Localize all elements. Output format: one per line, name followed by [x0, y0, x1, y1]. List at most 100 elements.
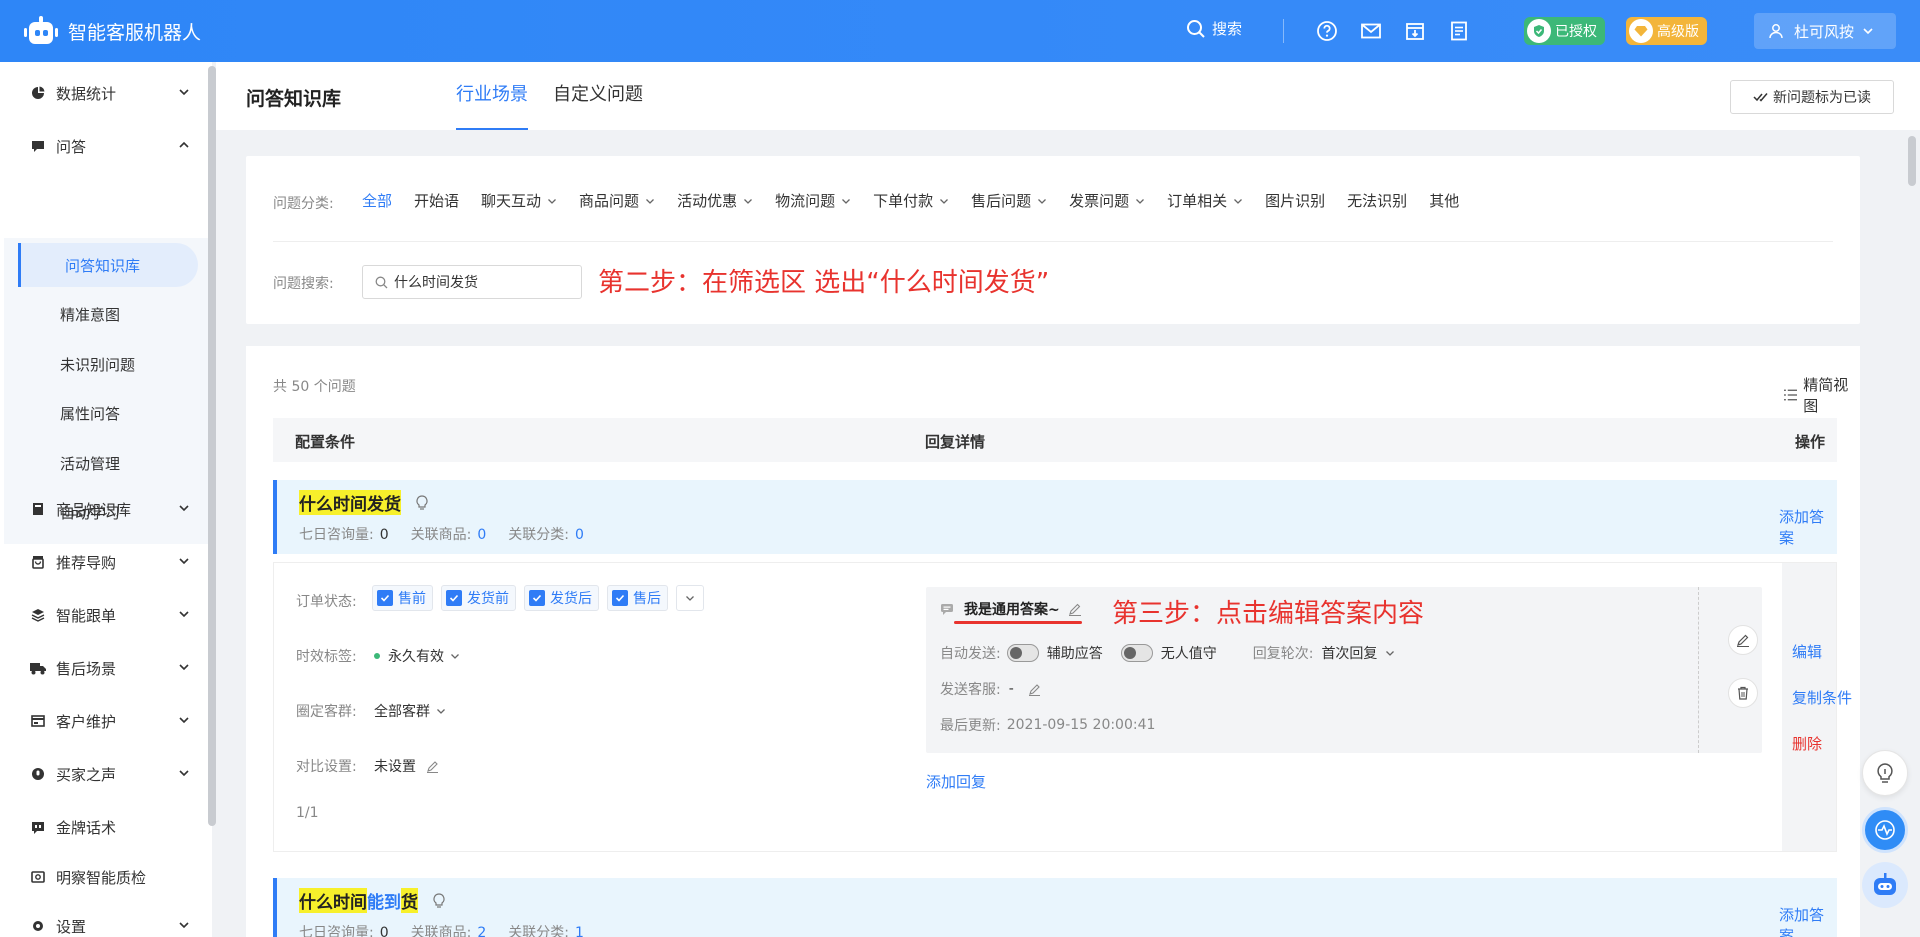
sidebar-item-follow[interactable]: 智能跟单	[0, 593, 204, 637]
category-aftersale[interactable]: 售后问题	[971, 190, 1047, 211]
compact-view-button[interactable]: 精简视图	[1784, 374, 1860, 416]
compact-view-label: 精简视图	[1803, 376, 1849, 415]
products-count[interactable]: 2	[477, 925, 486, 937]
question-title-text: 什么时间	[299, 888, 367, 913]
category-label-text: 全部	[362, 192, 393, 210]
user-icon	[1769, 24, 1783, 39]
category-promo[interactable]: 活动优惠	[677, 190, 753, 211]
categories-label: 关联分类:	[508, 925, 569, 937]
compare-setting: 未设置	[374, 756, 439, 776]
rounds-select[interactable]: 首次回复	[1321, 643, 1395, 663]
sidebar-item-stats[interactable]: 数据统计	[0, 71, 204, 115]
top-search-button[interactable]: 搜索	[1186, 18, 1242, 39]
pencil-icon[interactable]	[426, 760, 439, 773]
tips-float-button[interactable]	[1862, 750, 1908, 796]
sidebar-item-buyer-voice[interactable]: 买家之声	[0, 752, 204, 796]
category-logistics[interactable]: 物流问题	[775, 190, 851, 211]
category-all[interactable]: 全部	[362, 190, 392, 211]
chip-aftersale[interactable]: 售后	[607, 585, 668, 611]
add-answer-link[interactable]: 添加答案	[1779, 904, 1837, 937]
sidebar-item-inspection[interactable]: 明察智能质检	[0, 855, 204, 899]
category-other[interactable]: 其他	[1429, 190, 1459, 211]
mail-icon[interactable]	[1360, 20, 1382, 42]
chevron-down-icon	[179, 922, 189, 929]
categories-count[interactable]: 1	[575, 925, 584, 937]
authorized-label: 已授权	[1555, 24, 1597, 40]
delete-answer-button[interactable]	[1728, 678, 1758, 708]
agent-row: 发送客服: -	[940, 679, 1041, 699]
sidebar-item-qa[interactable]: 问答	[0, 124, 204, 168]
chevron-down-icon	[1234, 198, 1243, 204]
chip-after-ship[interactable]: 发货后	[524, 585, 599, 611]
category-product[interactable]: 商品问题	[579, 190, 655, 211]
edit-link[interactable]: 编辑	[1792, 641, 1822, 662]
sidebar-item-gold-script[interactable]: 金牌话术	[0, 805, 204, 849]
robot-assistant-button[interactable]	[1862, 862, 1908, 908]
consult-count: 0	[379, 925, 389, 937]
add-reply-link[interactable]: 添加回复	[926, 771, 986, 792]
sidebar-scrollbar[interactable]	[208, 66, 216, 826]
category-label-text: 下单付款	[873, 192, 934, 210]
chip-before-ship[interactable]: 发货前	[441, 585, 516, 611]
sidebar-item-customer[interactable]: 客户维护	[0, 699, 204, 743]
checkbox-checked-icon	[529, 590, 545, 606]
category-payment[interactable]: 下单付款	[873, 190, 949, 211]
chip-label: 售前	[398, 591, 426, 607]
mark-read-button[interactable]: 新问题标为已读	[1730, 80, 1894, 114]
question-search-input[interactable]: 什么时间发货	[362, 265, 582, 299]
authorized-badge[interactable]: 已授权	[1524, 17, 1605, 45]
group-select[interactable]: 全部客群	[374, 701, 446, 721]
bag-icon	[30, 554, 46, 570]
sidebar-subitem-attribute-qa[interactable]: 属性问答	[4, 391, 208, 435]
help-icon[interactable]	[1316, 20, 1338, 42]
unattended-toggle[interactable]	[1120, 644, 1153, 662]
brand[interactable]: 智能客服机器人	[0, 16, 201, 46]
copy-conditions-link[interactable]: 复制条件	[1792, 687, 1852, 708]
question-row[interactable]: 什么时间 能到货 七日咨询量: 0 关联商品: 2 关联分类: 1 添加答案	[273, 878, 1837, 937]
tab-industry-scene[interactable]: 行业场景	[456, 80, 528, 130]
book-icon	[30, 501, 46, 517]
sidebar-subitem-unrecognized[interactable]: 未识别问题	[4, 342, 208, 386]
user-menu[interactable]: 杜可风按	[1754, 13, 1896, 49]
category-order[interactable]: 订单相关	[1167, 190, 1243, 211]
sidebar-subitem-qa-kb[interactable]: 问答知识库	[18, 243, 198, 287]
delete-link[interactable]: 删除	[1792, 733, 1822, 754]
category-image[interactable]: 图片识别	[1265, 190, 1325, 211]
question-detail: 订单状态: 售前 发货前 发货后 售后 时效标签: 永久有效 圈定客群: 全部客…	[273, 562, 1852, 852]
sidebar-subitem-activity[interactable]: 活动管理	[4, 441, 208, 485]
category-opening[interactable]: 开始语	[414, 190, 459, 211]
sidebar-item-recommend[interactable]: 推荐导购	[0, 540, 204, 584]
sidebar-subitem-intent[interactable]: 精准意图	[4, 292, 208, 336]
question-row[interactable]: 什么时间发货 七日咨询量: 0 关联商品: 0 关联分类: 0 添加答案	[273, 480, 1837, 554]
edit-answer-button[interactable]	[1728, 625, 1758, 655]
category-unrecognizable[interactable]: 无法识别	[1347, 190, 1407, 211]
category-label-text: 订单相关	[1167, 192, 1228, 210]
pro-badge[interactable]: 高级版	[1626, 17, 1707, 45]
download-box-icon[interactable]	[1404, 20, 1426, 42]
sidebar-item-label: 推荐导购	[56, 553, 117, 572]
document-icon[interactable]	[1448, 20, 1470, 42]
tab-custom-question[interactable]: 自定义问题	[553, 80, 643, 130]
monitor-float-button[interactable]	[1862, 807, 1908, 853]
bulb-icon[interactable]	[432, 892, 446, 909]
status-dropdown-button[interactable]	[676, 585, 704, 611]
assist-toggle[interactable]	[1006, 644, 1039, 662]
checkbox-checked-icon	[612, 590, 628, 606]
main-scrollbar[interactable]	[1908, 136, 1916, 186]
categories-count[interactable]: 0	[575, 527, 584, 543]
chip-presale[interactable]: 售前	[372, 585, 433, 611]
sidebar-item-settings[interactable]: 设置	[0, 904, 204, 937]
pencil-icon[interactable]	[1028, 683, 1041, 696]
filter-panel: 问题分类: 全部 开始语 聊天互动 商品问题 活动优惠 物流问题 下单付款 售后…	[246, 156, 1860, 324]
sidebar-item-aftersale[interactable]: 售后场景	[0, 646, 204, 690]
category-invoice[interactable]: 发票问题	[1069, 190, 1145, 211]
answer-title[interactable]: 我是通用答案~	[964, 599, 1060, 619]
add-answer-link[interactable]: 添加答案	[1779, 506, 1837, 548]
sidebar-item-product-kb[interactable]: 商品知识库	[0, 487, 204, 531]
step2-annotation: 第二步：在筛选区 选出“什么时间发货”	[598, 268, 1050, 298]
pencil-icon[interactable]	[1068, 602, 1082, 616]
category-chat[interactable]: 聊天互动	[481, 190, 557, 211]
timeliness-select[interactable]: 永久有效	[374, 646, 460, 666]
bulb-icon[interactable]	[415, 494, 429, 511]
products-count[interactable]: 0	[477, 527, 486, 543]
